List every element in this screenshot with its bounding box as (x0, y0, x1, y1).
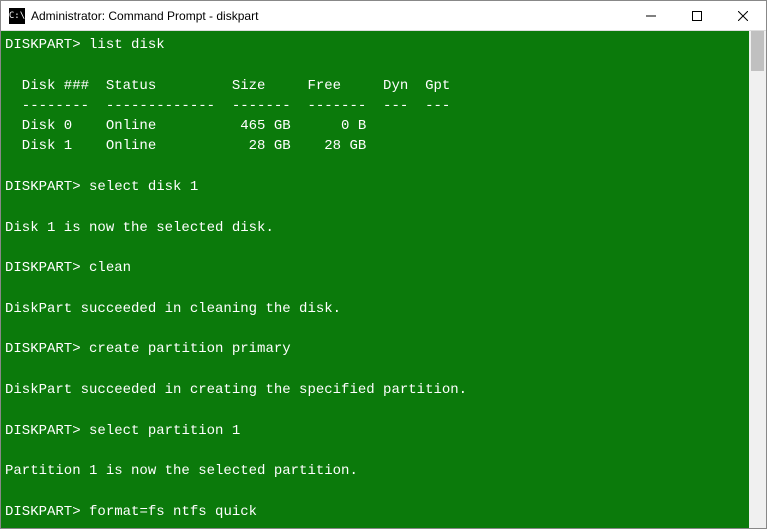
response-text: Partition 1 is now the selected partitio… (5, 463, 358, 479)
command-text: clean (89, 260, 131, 276)
maximize-icon (692, 11, 702, 21)
prompt: DISKPART> (5, 423, 81, 439)
prompt: DISKPART> (5, 504, 81, 520)
response-text: DiskPart succeeded in creating the speci… (5, 382, 467, 398)
window-title: Administrator: Command Prompt - diskpart (31, 9, 628, 23)
prompt: DISKPART> (5, 260, 81, 276)
minimize-icon (646, 11, 656, 21)
terminal-output[interactable]: DISKPART> list disk Disk ### Status Size… (1, 31, 749, 528)
prompt: DISKPART> (5, 37, 81, 53)
close-icon (738, 11, 748, 21)
cmd-icon: C:\ (9, 8, 25, 24)
prompt: DISKPART> (5, 341, 81, 357)
minimize-button[interactable] (628, 1, 674, 30)
vertical-scrollbar[interactable] (749, 31, 766, 528)
table-row: Disk 1 Online 28 GB 28 GB (5, 138, 366, 154)
command-text: select partition 1 (89, 423, 240, 439)
command-text: format=fs ntfs quick (89, 504, 257, 520)
response-text: DiskPart succeeded in cleaning the disk. (5, 301, 341, 317)
close-button[interactable] (720, 1, 766, 30)
prompt: DISKPART> (5, 179, 81, 195)
maximize-button[interactable] (674, 1, 720, 30)
command-text: create partition primary (89, 341, 291, 357)
scrollbar-thumb[interactable] (751, 31, 764, 71)
table-row: Disk 0 Online 465 GB 0 B (5, 118, 366, 134)
table-divider: -------- ------------- ------- ------- -… (5, 98, 450, 114)
command-text: select disk 1 (89, 179, 198, 195)
command-text: list disk (89, 37, 165, 53)
response-text: Disk 1 is now the selected disk. (5, 220, 274, 236)
table-header: Disk ### Status Size Free Dyn Gpt (5, 78, 450, 94)
window-controls (628, 1, 766, 30)
window-titlebar: C:\ Administrator: Command Prompt - disk… (1, 1, 766, 31)
